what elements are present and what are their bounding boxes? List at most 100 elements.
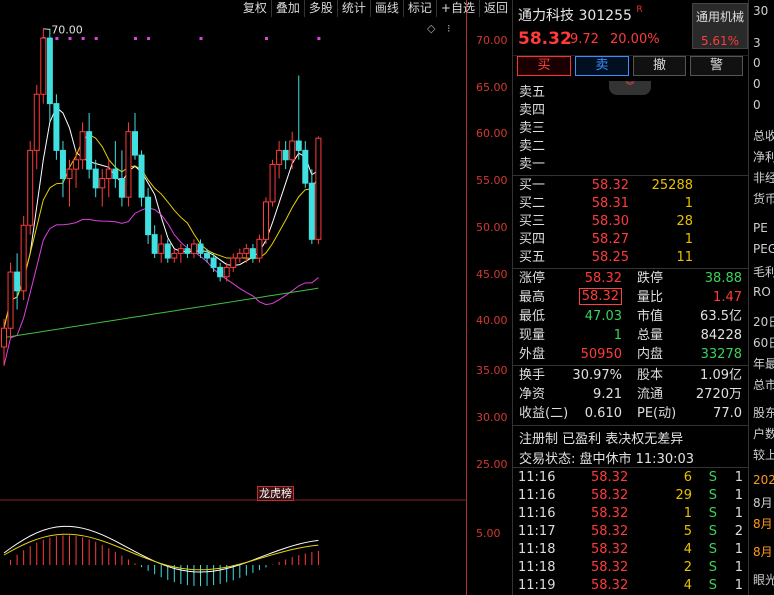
ask-row[interactable]: 卖一 — [513, 156, 749, 174]
sell-button[interactable]: 卖 — [575, 56, 629, 76]
axis-tick-label: 30.00 — [476, 411, 508, 424]
company-info-panel[interactable]: 30 3 0 0 0 总收 净利 非经 货币 PE PEG 毛利 RO 20日 … — [748, 0, 774, 595]
candle-body — [66, 168, 73, 179]
stat-key: 总量 — [637, 328, 664, 343]
tick-volume: 2 — [683, 560, 692, 575]
cancel-order-button[interactable]: 撤 — [633, 56, 686, 76]
info-item: 较上 — [753, 448, 774, 462]
tick-row: 11:16 58.32 1 S 1 — [513, 505, 749, 523]
buy-button[interactable]: 买 — [517, 56, 571, 76]
event-marker — [317, 37, 321, 40]
axis-tick-label: 40.00 — [476, 314, 508, 327]
stat-row: 最高 58.32 量比 1.47 — [513, 288, 749, 307]
stat-value: 2720万 — [695, 387, 742, 402]
axis-tick-label: 50.00 — [476, 221, 508, 234]
info-item: RO — [753, 285, 771, 299]
stock-name-text: 通力科技 301255 — [518, 8, 632, 24]
tick-count: 1 — [734, 506, 743, 521]
stat-key: 收益(二) — [519, 406, 569, 421]
bid-row[interactable]: 买四 58.27 1 — [513, 231, 749, 249]
bid-row[interactable]: 买五 58.25 11 — [513, 249, 749, 267]
info-item: 总市 — [753, 378, 774, 392]
r-mark-icon: R — [636, 5, 643, 15]
info-item: 货币 — [753, 192, 774, 206]
info-item: 60日 — [753, 336, 774, 350]
stat-key: 股本 — [637, 368, 664, 383]
toolbar-overlay-button[interactable]: 叠加 — [270, 0, 304, 17]
toolbar-mark-button[interactable]: 标记 — [402, 0, 436, 17]
bid-row[interactable]: 买一 58.32 25288 — [513, 177, 749, 195]
stat-key: 最低 — [519, 309, 546, 324]
quote-panel: 通力科技 301255 R 58.32 9.72 20.00% 通用机械 5.6… — [512, 0, 749, 595]
candle-body — [243, 248, 250, 254]
toolbar-back-button[interactable]: 返回 — [478, 0, 512, 17]
toolbar-multi-stock-button[interactable]: 多股 — [303, 0, 337, 17]
tick-volume: 4 — [683, 578, 692, 593]
tick-volume: 1 — [683, 506, 692, 521]
tick-price: 58.32 — [591, 506, 629, 521]
tick-row: 11:18 58.32 2 S 1 — [513, 559, 749, 577]
tick-time: 11:19 — [518, 578, 556, 593]
stat-row: 收益(二) 0.610 PE(动) 77.0 — [513, 404, 749, 423]
toolbar-stats-button[interactable]: 统计 — [336, 0, 370, 17]
stat-row: 换手 30.97% 股本 1.09亿 — [513, 366, 749, 385]
candle-body — [217, 266, 224, 278]
event-marker — [147, 37, 151, 40]
dragon-tiger-badge[interactable]: 龙虎榜 — [257, 486, 294, 501]
candle-body — [210, 257, 217, 268]
candle-body — [223, 266, 230, 278]
stat-key: 流通 — [637, 387, 664, 402]
diamond-icon[interactable]: ◇ — [427, 22, 435, 35]
stock-title: 通力科技 301255 R — [518, 5, 643, 25]
candle-body — [177, 248, 184, 254]
tick-price: 58.32 — [591, 578, 629, 593]
stat-value: 30.97% — [572, 368, 622, 383]
bid-row[interactable]: 买二 58.31 1 — [513, 195, 749, 213]
kline-svg[interactable]: 70.00 — [0, 0, 466, 595]
tick-count: 1 — [734, 542, 743, 557]
stat-value: 50950 — [580, 347, 622, 362]
ask-row[interactable]: 卖五 — [513, 84, 749, 102]
price-alert-button[interactable]: 警 — [690, 56, 743, 76]
indicator-axis-label: 5.00 — [476, 527, 501, 540]
candle-body — [40, 37, 47, 95]
tick-price: 58.32 — [591, 470, 629, 485]
axis-tick-label: 55.00 — [476, 174, 508, 187]
bid-row[interactable]: 买三 58.30 28 — [513, 213, 749, 231]
candle-body — [158, 243, 165, 254]
tick-time: 11:16 — [518, 506, 556, 521]
info-item: 非经 — [753, 171, 774, 185]
candle-body — [295, 140, 302, 151]
stat-key: 内盘 — [637, 347, 664, 362]
candle-body — [79, 131, 86, 161]
sector-tag[interactable]: 通用机械 5.61% — [692, 3, 748, 49]
stat-key: 净资 — [519, 387, 546, 402]
kline-chart-panel[interactable]: 70.00 复权 叠加 多股 统计 画线 标记 +自选 返回 ◇ ⁝ 70.00… — [0, 0, 512, 595]
candle-body — [308, 182, 315, 240]
ask-label: 卖二 — [519, 139, 546, 154]
toolbar-draw-line-button[interactable]: 画线 — [369, 0, 403, 17]
divider — [513, 467, 749, 468]
stat-key: 市值 — [637, 309, 664, 324]
event-marker — [81, 37, 85, 40]
stat-value: 9.21 — [593, 387, 622, 402]
candle-body — [302, 149, 309, 184]
tick-side: S — [708, 560, 717, 575]
candle-body — [184, 248, 191, 254]
ask-row[interactable]: 卖二 — [513, 138, 749, 156]
stat-value: 0.610 — [584, 406, 622, 421]
tick-side: S — [708, 542, 717, 557]
ask-label: 卖四 — [519, 103, 546, 118]
ask-row[interactable]: 卖四 — [513, 102, 749, 120]
ask-row[interactable]: 卖三 — [513, 120, 749, 138]
tick-price: 58.32 — [591, 488, 629, 503]
stat-row: 外盘 50950 内盘 33278 — [513, 345, 749, 364]
toolbar-adjust-button[interactable]: 复权 — [239, 0, 271, 17]
candle-body — [118, 177, 125, 198]
menu-dots-icon[interactable]: ⁝ — [447, 22, 451, 35]
info-item: 8月 — [753, 496, 773, 510]
axis-tick-label: 25.00 — [476, 458, 508, 471]
candle-body — [46, 37, 53, 105]
toolbar-add-watchlist-button[interactable]: +自选 — [435, 0, 479, 17]
bid-volume: 1 — [684, 232, 693, 247]
